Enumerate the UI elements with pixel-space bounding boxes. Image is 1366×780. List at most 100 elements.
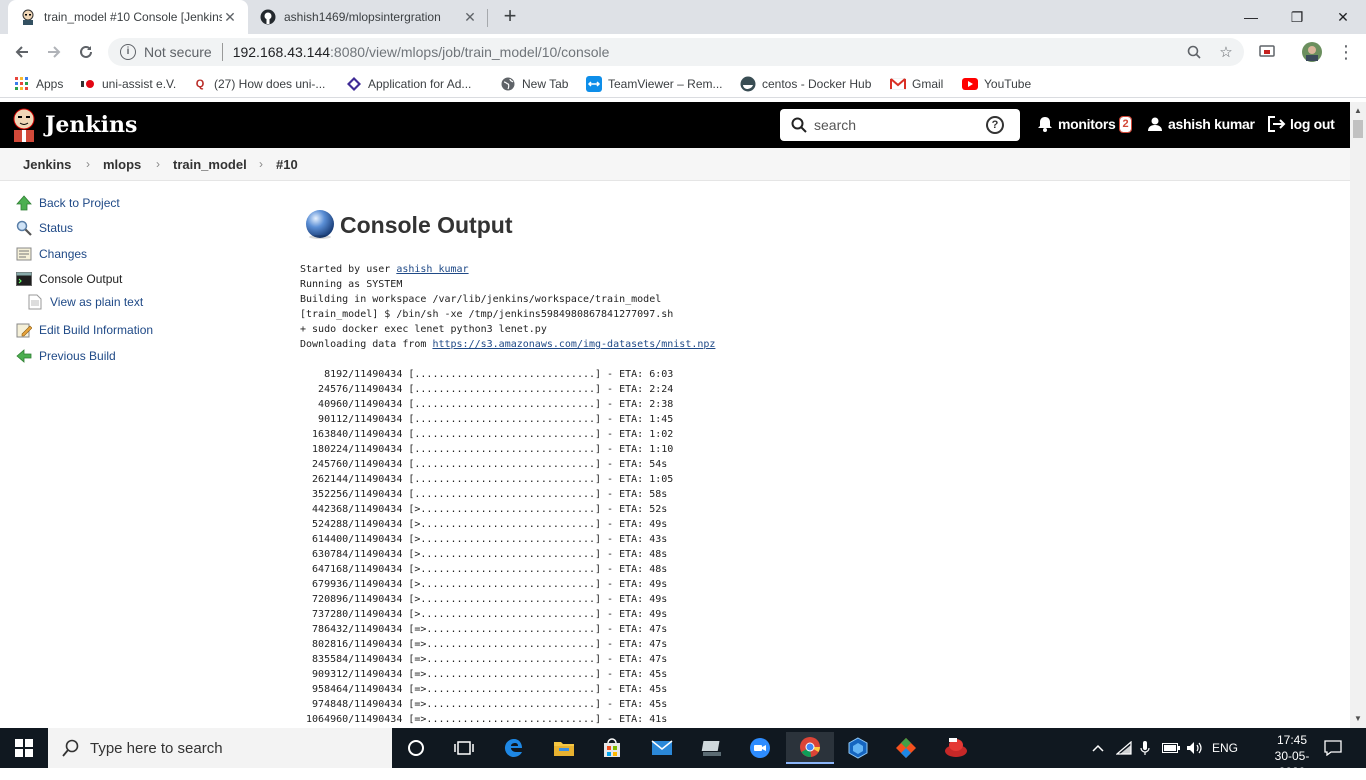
network-drive-icon[interactable] xyxy=(688,732,736,764)
close-tab-icon[interactable]: ✕ xyxy=(222,9,238,25)
breadcrumb-chevron-icon[interactable]: › xyxy=(156,157,160,171)
side-status[interactable]: Status xyxy=(15,219,73,237)
bookmark-youtube[interactable]: YouTube xyxy=(962,76,1031,92)
red-app-icon[interactable] xyxy=(932,732,980,764)
close-window-button[interactable]: ✕ xyxy=(1320,0,1366,34)
close-tab-icon[interactable]: ✕ xyxy=(462,9,478,25)
chrome-icon[interactable] xyxy=(786,732,834,764)
github-icon xyxy=(260,9,276,25)
progress-line: 720896/11490434 [>......................… xyxy=(300,594,668,605)
bookmark-teamviewer[interactable]: TeamViewer – Rem... xyxy=(586,76,723,92)
logout-link[interactable]: log out xyxy=(1268,116,1335,132)
side-back-to-project[interactable]: Back to Project xyxy=(15,194,120,212)
jenkins-search-input[interactable] xyxy=(814,117,984,133)
diamond-icon xyxy=(346,76,362,92)
tab-title: train_model #10 Console [Jenkins] xyxy=(44,10,222,24)
tab-github[interactable]: ashish1469/mlopsintergration ✕ xyxy=(248,0,488,34)
side-label: Edit Build Information xyxy=(39,323,154,337)
side-edit-build-info[interactable]: Edit Build Information xyxy=(15,321,153,339)
tab-jenkins-console[interactable]: train_model #10 Console [Jenkins] ✕ xyxy=(8,0,248,34)
file-explorer-icon[interactable] xyxy=(540,732,588,764)
side-previous-build[interactable]: Previous Build xyxy=(15,347,116,365)
page-scrollbar[interactable]: ▲ ▼ xyxy=(1350,102,1366,728)
side-console-output[interactable]: Console Output xyxy=(15,270,122,288)
breadcrumb-mlops[interactable]: mlops xyxy=(103,157,141,172)
left-arrow-icon xyxy=(15,347,33,365)
clock[interactable]: 17:45 30-05-2020 xyxy=(1262,732,1322,780)
mail-icon[interactable] xyxy=(638,732,686,764)
jenkins-logo-icon[interactable] xyxy=(12,108,36,142)
back-icon[interactable] xyxy=(10,40,34,64)
microphone-icon[interactable] xyxy=(1140,728,1150,768)
reload-icon[interactable] xyxy=(74,40,98,64)
magnifier-icon xyxy=(15,219,33,237)
bookmark-star-icon[interactable]: ☆ xyxy=(1212,38,1240,66)
profile-avatar[interactable] xyxy=(1300,40,1324,64)
console-output: Started by user ashish kumar Running as … xyxy=(300,262,715,727)
battery-icon[interactable] xyxy=(1162,728,1180,768)
download-url-link[interactable]: https://s3.amazonaws.com/img-datasets/mn… xyxy=(432,339,715,350)
jenkins-icon xyxy=(20,9,36,25)
store-icon[interactable] xyxy=(588,732,636,764)
task-view-icon[interactable] xyxy=(440,732,488,764)
progress-line: 958464/11490434 [=>.....................… xyxy=(300,684,668,695)
side-changes[interactable]: Changes xyxy=(15,245,87,263)
browser-toolbar: i Not secure 192.168.43.144:8080/view/ml… xyxy=(0,34,1366,70)
bell-icon xyxy=(1038,117,1052,132)
windows-start-icon[interactable] xyxy=(0,728,48,768)
side-label: Status xyxy=(39,221,74,235)
scroll-thumb[interactable] xyxy=(1353,120,1363,138)
bookmark-application[interactable]: Application for Ad... xyxy=(346,76,471,92)
progress-line: 245760/11490434 [.......................… xyxy=(300,459,668,470)
started-user-link[interactable]: ashish kumar xyxy=(396,264,468,275)
edge-icon[interactable] xyxy=(490,732,538,764)
user-link[interactable]: ashish kumar xyxy=(1148,116,1255,132)
breadcrumb-chevron-icon[interactable]: › xyxy=(259,157,263,171)
volume-icon[interactable] xyxy=(1186,728,1204,768)
bookmark-quora[interactable]: Q (27) How does uni-... xyxy=(192,76,326,92)
bookmark-docker-hub[interactable]: centos - Docker Hub xyxy=(740,76,871,92)
tab-title: ashish1469/mlopsintergration xyxy=(284,10,441,24)
progress-line: 614400/11490434 [>......................… xyxy=(300,534,668,545)
zoom-icon[interactable] xyxy=(1180,38,1208,66)
progress-line: 1064960/11490434 [=>....................… xyxy=(300,714,668,725)
forward-icon[interactable] xyxy=(42,40,66,64)
info-icon[interactable]: i xyxy=(120,44,136,60)
scroll-up-icon[interactable]: ▲ xyxy=(1354,106,1362,115)
chrome-menu-icon[interactable]: ⋮ xyxy=(1334,40,1358,64)
breadcrumb-jenkins[interactable]: Jenkins xyxy=(23,157,71,172)
address-bar[interactable]: i Not secure 192.168.43.144:8080/view/ml… xyxy=(108,38,1244,66)
virtualbox-icon[interactable] xyxy=(834,732,882,764)
bookmark-apps[interactable]: Apps xyxy=(14,76,63,92)
cast-icon[interactable] xyxy=(1255,40,1279,64)
scroll-down-icon[interactable]: ▼ xyxy=(1354,714,1362,723)
breadcrumb-chevron-icon[interactable]: › xyxy=(86,157,90,171)
show-hidden-icons-icon[interactable] xyxy=(1092,728,1104,768)
monitors-count-badge: 2 xyxy=(1118,115,1133,133)
progress-line: 737280/11490434 [>......................… xyxy=(300,609,668,620)
minimize-button[interactable]: — xyxy=(1228,0,1274,34)
breadcrumb-build[interactable]: #10 xyxy=(276,157,298,172)
maximize-button[interactable]: ❐ xyxy=(1274,0,1320,34)
progress-line: 909312/11490434 [=>.....................… xyxy=(300,669,668,680)
cortana-icon[interactable] xyxy=(392,732,440,764)
up-arrow-icon xyxy=(15,194,33,212)
taskbar-search[interactable]: Type here to search xyxy=(48,728,392,768)
edit-icon xyxy=(15,321,33,339)
bookmark-uni-assist[interactable]: uni-assist e.V. xyxy=(80,76,176,92)
language-indicator[interactable]: ENG xyxy=(1212,728,1238,768)
bookmark-gmail[interactable]: Gmail xyxy=(890,76,943,92)
help-icon[interactable]: ? xyxy=(986,116,1004,134)
zoom-icon[interactable] xyxy=(736,732,784,764)
breadcrumb-train-model[interactable]: train_model xyxy=(173,157,247,172)
side-view-plain-text[interactable]: View as plain text xyxy=(26,293,143,311)
jenkins-brand[interactable]: Jenkins xyxy=(45,112,137,138)
wifi-icon[interactable] xyxy=(1116,728,1132,768)
monitors-link[interactable]: monitors 2 xyxy=(1038,115,1133,133)
git-icon[interactable] xyxy=(882,732,930,764)
bookmark-new-tab[interactable]: New Tab xyxy=(500,76,568,92)
console-download-prefix: Downloading data from xyxy=(300,339,433,350)
side-label: View as plain text xyxy=(50,295,144,309)
notifications-icon[interactable] xyxy=(1324,728,1342,768)
new-tab-button[interactable]: + xyxy=(498,5,522,29)
